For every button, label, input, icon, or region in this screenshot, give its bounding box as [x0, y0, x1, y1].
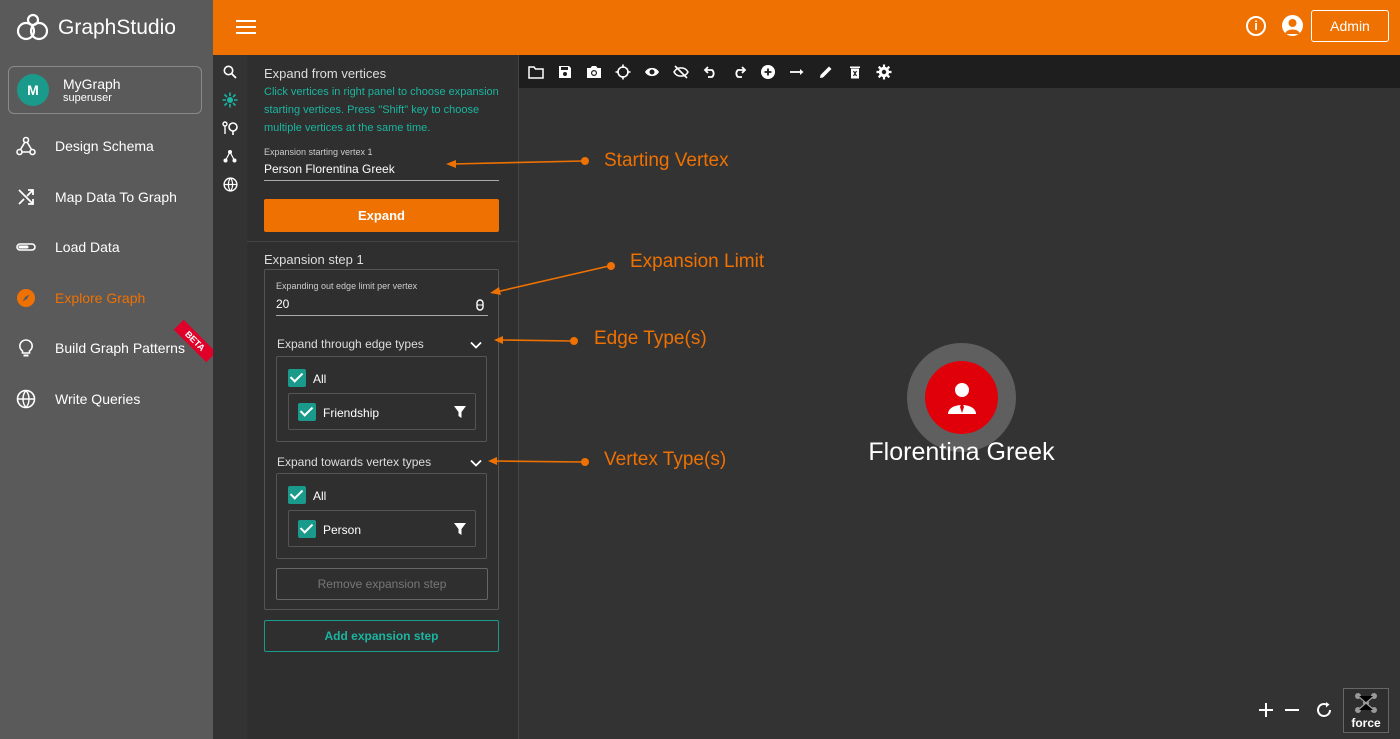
account-icon[interactable] [1282, 15, 1303, 36]
show-icon[interactable] [643, 63, 661, 81]
vertex-all-label: All [313, 489, 327, 503]
force-layout-button[interactable]: force [1343, 688, 1389, 733]
zoom-out-icon[interactable] [1282, 700, 1302, 725]
edge-types-header[interactable]: Expand through edge types [277, 337, 424, 351]
edge-types-box: All Friendship [276, 356, 487, 442]
refresh-icon[interactable] [1314, 700, 1334, 725]
path-finding-icon[interactable] [221, 119, 239, 137]
sidebar-item-label: Design Schema [55, 138, 154, 154]
expand-button[interactable]: Expand [264, 199, 499, 232]
graph-selector[interactable]: M MyGraph superuser [8, 66, 202, 114]
vertex-type-checkbox[interactable] [298, 520, 316, 538]
person-icon [925, 361, 998, 434]
undo-icon[interactable] [701, 63, 719, 81]
info-icon[interactable]: i [1246, 16, 1266, 36]
limit-input[interactable]: 20 [276, 297, 488, 316]
vertex-all-checkbox[interactable] [288, 486, 306, 504]
graph-role: superuser [63, 92, 112, 104]
sidebar-item-explore-graph[interactable]: Explore Graph [0, 276, 213, 320]
expansion-step-box: Expanding out edge limit per vertex 20 E… [264, 269, 499, 610]
add-edge-icon[interactable] [788, 63, 806, 81]
redo-icon[interactable] [730, 63, 748, 81]
vertex-types-header[interactable]: Expand towards vertex types [277, 455, 431, 469]
top-bar: GraphStudio i Admin [0, 0, 1400, 55]
filter-icon[interactable] [453, 522, 467, 536]
graph-avatar: M [17, 74, 49, 106]
app-title: GraphStudio [58, 15, 176, 39]
annotation-edge-types: Edge Type(s) [594, 328, 707, 349]
sidebar-item-write-queries[interactable]: Write Queries [0, 377, 213, 421]
sidebar-item-label: Build Graph Patterns [55, 340, 185, 356]
progress-icon [16, 237, 36, 257]
expand-panel: Expand from vertices Click vertices in r… [247, 55, 519, 739]
sidebar-item-label: Write Queries [55, 391, 141, 407]
vertex-types-box: All Person [276, 473, 487, 559]
globe-icon[interactable] [221, 175, 239, 193]
edge-type-row: Friendship [288, 393, 476, 430]
divider [247, 241, 519, 242]
vertex-type-label: Person [323, 523, 362, 537]
filter-icon[interactable] [453, 405, 467, 419]
sidebar-item-load-data[interactable]: Load Data [0, 225, 213, 269]
annotation-vertex-types: Vertex Type(s) [604, 449, 727, 470]
shuffle-icon [16, 187, 36, 207]
graph-algorithm-icon[interactable] [221, 147, 239, 165]
panel-help-text: Click vertices in right panel to choose … [264, 86, 499, 134]
camera-icon[interactable] [585, 63, 603, 81]
sidebar-item-label: Load Data [55, 239, 120, 255]
add-vertex-icon[interactable] [759, 63, 777, 81]
schema-icon [16, 136, 36, 156]
edge-all-label: All [313, 372, 327, 386]
vertex-label[interactable]: Florentina Greek [849, 438, 1074, 467]
edge-type-label: Friendship [323, 406, 380, 420]
annotation-starting-vertex: Starting Vertex [604, 150, 729, 171]
compass-icon [16, 288, 36, 308]
save-icon[interactable] [556, 63, 574, 81]
explore-tool-column [213, 55, 247, 739]
sidebar-item-label: Explore Graph [55, 290, 146, 306]
globe-icon [16, 389, 36, 409]
sidebar: M MyGraph superuser Design Schema Map Da… [0, 55, 213, 739]
stepper-icon[interactable] [476, 298, 484, 316]
panel-title: Expand from vertices [264, 66, 387, 81]
graph-name: MyGraph [63, 76, 121, 92]
graphstudio-logo-icon [16, 13, 49, 40]
graph-canvas[interactable]: Florentina Greek [519, 88, 1400, 739]
sidebar-item-design-schema[interactable]: Design Schema [0, 124, 213, 168]
settings-icon[interactable] [875, 63, 893, 81]
chevron-down-icon[interactable] [469, 338, 483, 352]
edge-type-checkbox[interactable] [298, 403, 316, 421]
limit-label: Expanding out edge limit per vertex [276, 281, 418, 291]
hide-icon[interactable] [672, 63, 690, 81]
search-icon[interactable] [221, 63, 239, 81]
delete-icon[interactable] [846, 63, 864, 81]
locate-icon[interactable] [614, 63, 632, 81]
edit-icon[interactable] [817, 63, 835, 81]
vertex-node[interactable] [907, 343, 1016, 452]
logo[interactable]: GraphStudio [0, 0, 213, 55]
open-folder-icon[interactable] [527, 63, 545, 81]
force-label: force [1351, 716, 1381, 730]
zoom-in-icon[interactable] [1256, 700, 1276, 725]
annotation-expansion-limit: Expansion Limit [630, 251, 765, 272]
bulb-icon [16, 338, 36, 358]
edge-all-checkbox[interactable] [288, 369, 306, 387]
add-expansion-step-button[interactable]: Add expansion step [264, 620, 499, 652]
chevron-down-icon[interactable] [469, 456, 483, 470]
expansion-step-title: Expansion step 1 [264, 252, 364, 267]
sidebar-item-label: Map Data To Graph [55, 189, 177, 205]
start-vertex-input[interactable]: Person Florentina Greek [264, 162, 499, 181]
vertex-type-row: Person [288, 510, 476, 547]
remove-expansion-step-button[interactable]: Remove expansion step [276, 568, 488, 600]
sidebar-item-map-data[interactable]: Map Data To Graph [0, 175, 213, 219]
menu-icon[interactable] [236, 17, 256, 37]
start-vertex-label: Expansion starting vertex 1 [264, 147, 373, 157]
canvas-toolbar [519, 55, 1400, 88]
expand-vertices-icon[interactable] [221, 91, 239, 109]
admin-button[interactable]: Admin [1311, 10, 1389, 42]
force-layout-icon [1355, 693, 1377, 713]
